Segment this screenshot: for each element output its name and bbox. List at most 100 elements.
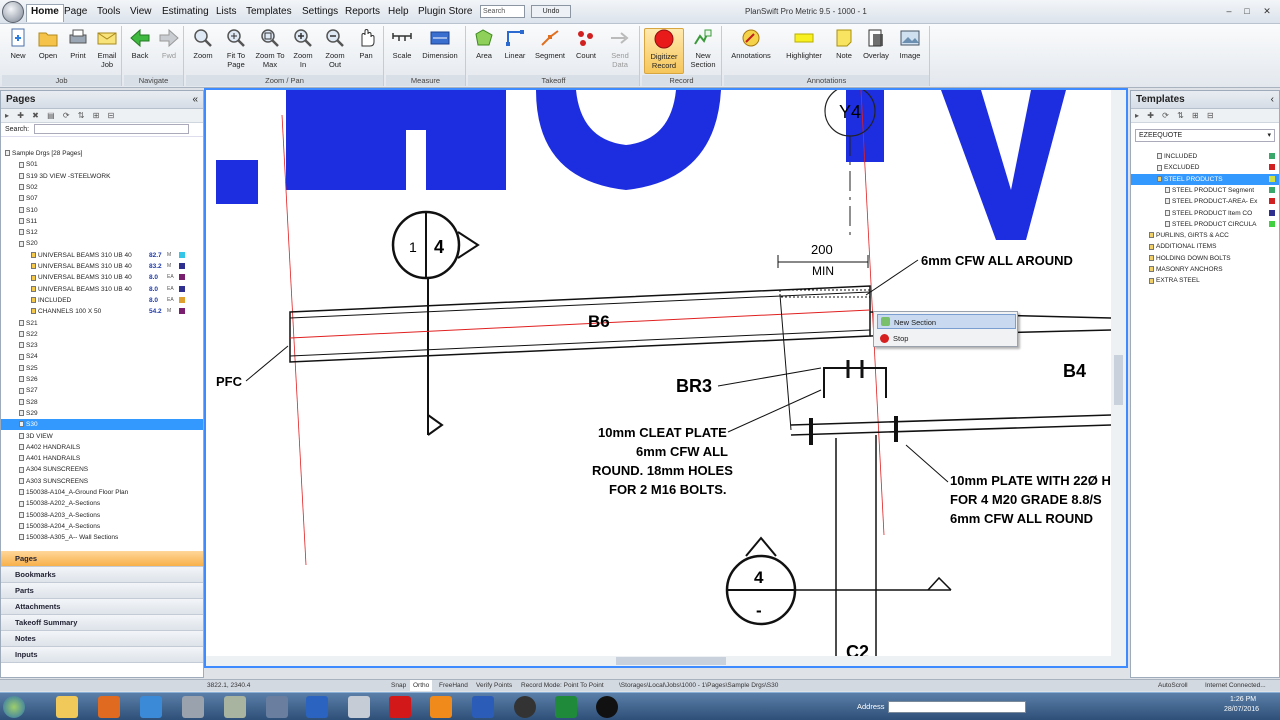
accordion-pages[interactable]: Pages	[1, 551, 203, 567]
fit-to-page-button[interactable]: Fit To Page	[220, 28, 252, 69]
page-item[interactable]: S20	[1, 238, 203, 249]
accordion-parts[interactable]: Parts	[1, 583, 203, 599]
canvas-vscroll-thumb[interactable]	[1114, 355, 1123, 405]
send-data-button[interactable]: Send Data	[604, 28, 636, 69]
status-freehand[interactable]: FreeHand	[436, 680, 471, 691]
area-button[interactable]: Area	[470, 28, 498, 60]
close-icon[interactable]: ✕	[1260, 5, 1274, 17]
template-item[interactable]: EXCLUDED	[1131, 162, 1279, 173]
page-item[interactable]: 150038-A204_A-Sections	[1, 521, 203, 532]
app-icon-4[interactable]	[306, 696, 328, 718]
new-button[interactable]: New	[4, 28, 32, 60]
undo-button[interactable]: Undo	[531, 5, 571, 18]
new-section-button[interactable]: New Section	[686, 28, 720, 69]
linear-button[interactable]: Linear	[500, 28, 530, 60]
page-item[interactable]: 3D VIEW	[1, 431, 203, 442]
pan-button[interactable]: Pan	[352, 28, 380, 60]
page-item[interactable]: S01	[1, 159, 203, 170]
template-item[interactable]: STEEL PRODUCT Segment	[1131, 185, 1279, 196]
segment-button[interactable]: Segment	[532, 28, 568, 60]
collapse-panel-icon[interactable]: «	[192, 94, 198, 105]
page-item[interactable]: A402 HANDRAILS	[1, 442, 203, 453]
context-new-section[interactable]: New Section	[877, 314, 1016, 329]
template-item[interactable]: STEEL PRODUCTS	[1131, 173, 1279, 185]
tree-root[interactable]: Sample Drgs [28 Pages]	[1, 148, 203, 159]
page-item[interactable]: S02	[1, 182, 203, 193]
annotations-button[interactable]: Annotations	[726, 28, 776, 60]
template-item[interactable]: INCLUDED	[1131, 151, 1279, 162]
app-icon-6[interactable]	[514, 696, 536, 718]
menu-help[interactable]: Help	[384, 5, 413, 18]
app-icon-3[interactable]	[266, 696, 288, 718]
page-item[interactable]: 150038-A305_A-- Wall Sections	[1, 532, 203, 543]
template-item[interactable]: EXTRA STEEL	[1131, 275, 1279, 286]
open-button[interactable]: Open	[34, 28, 62, 60]
app-icon-k[interactable]	[389, 696, 411, 718]
menu-lists[interactable]: Lists	[212, 5, 241, 18]
template-dropdown[interactable]: EZEEQUOTE ▾	[1135, 129, 1275, 142]
status-autoscroll[interactable]: AutoScroll	[1155, 680, 1191, 691]
page-item[interactable]: S24	[1, 351, 203, 362]
template-item[interactable]: MASONRY ANCHORS	[1131, 264, 1279, 275]
takeoff-item[interactable]: UNIVERSAL BEAMS 310 UB 40 8.0 EA	[1, 284, 203, 295]
zoom-to-max-button[interactable]: Zoom To Max	[254, 28, 286, 69]
count-button[interactable]: Count	[570, 28, 602, 60]
word-icon[interactable]	[472, 696, 494, 718]
page-item[interactable]: S22	[1, 329, 203, 340]
page-item[interactable]: S21	[1, 318, 203, 329]
template-item[interactable]: ADDITIONAL ITEMS	[1131, 241, 1279, 252]
menu-page[interactable]: Page	[60, 5, 91, 18]
accordion-attachments[interactable]: Attachments	[1, 599, 203, 615]
page-item[interactable]: A304 SUNSCREENS	[1, 464, 203, 475]
template-item[interactable]: STEEL PRODUCT Item CO	[1131, 208, 1279, 219]
minimize-icon[interactable]: –	[1222, 5, 1236, 17]
internet-explorer-icon[interactable]	[140, 696, 162, 718]
image-button[interactable]: Image	[894, 28, 926, 60]
page-item[interactable]: S25	[1, 363, 203, 374]
app-icon-5[interactable]	[348, 696, 370, 718]
page-item[interactable]: S29	[1, 408, 203, 419]
media-player-icon[interactable]	[98, 696, 120, 718]
drawing-canvas[interactable]: Y4 1 4 B6 PFC 200 MIN 6mm CFW ALL AROUND…	[206, 90, 1126, 666]
app-icon-1[interactable]	[182, 696, 204, 718]
zoom-out-button[interactable]: Zoom Out	[320, 28, 350, 69]
page-item[interactable]: S12	[1, 227, 203, 238]
template-item[interactable]: HOLDING DOWN BOLTS	[1131, 253, 1279, 264]
excel-icon[interactable]	[555, 696, 577, 718]
page-item[interactable]: S23	[1, 340, 203, 351]
menu-home[interactable]: Home	[26, 4, 64, 22]
template-item[interactable]: PURLINS, GIRTS & ACC	[1131, 230, 1279, 241]
zoom-button[interactable]: Zoom	[188, 28, 218, 60]
page-item[interactable]: A401 HANDRAILS	[1, 453, 203, 464]
takeoff-item[interactable]: UNIVERSAL BEAMS 310 UB 40 82.7 M	[1, 250, 203, 261]
app-icon-7[interactable]	[596, 696, 618, 718]
takeoff-item[interactable]: UNIVERSAL BEAMS 310 UB 40 83.2 M	[1, 261, 203, 272]
page-item[interactable]: 150038-A202_A-Sections	[1, 498, 203, 509]
status-snap[interactable]: Snap	[388, 680, 409, 691]
scale-button[interactable]: Scale	[388, 28, 416, 60]
app-icon-2[interactable]	[224, 696, 246, 718]
menu-reports[interactable]: Reports	[341, 5, 384, 18]
digitizer-record-button[interactable]: Digitizer Record	[644, 28, 684, 74]
page-item[interactable]: S30	[1, 419, 203, 431]
page-item[interactable]: 150038-A203_A-Sections	[1, 510, 203, 521]
print-button[interactable]: Print	[64, 28, 92, 60]
menu-settings[interactable]: Settings	[298, 5, 342, 18]
page-item[interactable]: S11	[1, 216, 203, 227]
app-menu-orb[interactable]	[2, 1, 24, 23]
menu-tools[interactable]: Tools	[93, 5, 124, 18]
menu-view[interactable]: View	[126, 5, 156, 18]
accordion-takeoff-summary[interactable]: Takeoff Summary	[1, 615, 203, 631]
page-item[interactable]: S26	[1, 374, 203, 385]
status-ortho[interactable]: Ortho	[410, 680, 433, 691]
zoom-in-button[interactable]: Zoom In	[288, 28, 318, 69]
page-item[interactable]: A303 SUNSCREENS	[1, 476, 203, 487]
pages-toolbar[interactable]: ▸ ✚ ✖ ▤ ⟳ ⇅ ⊞ ⊟	[1, 109, 203, 123]
canvas-hscroll-thumb[interactable]	[616, 657, 726, 665]
template-item[interactable]: STEEL PRODUCT CIRCULA	[1131, 219, 1279, 230]
email-job-button[interactable]: Email Job	[94, 28, 120, 69]
explorer-icon[interactable]	[56, 696, 78, 718]
page-item[interactable]: 150038-A104_A-Ground Floor Plan	[1, 487, 203, 498]
overlay-button[interactable]: Overlay	[860, 28, 892, 60]
forward-button[interactable]: Fwd	[155, 28, 183, 60]
